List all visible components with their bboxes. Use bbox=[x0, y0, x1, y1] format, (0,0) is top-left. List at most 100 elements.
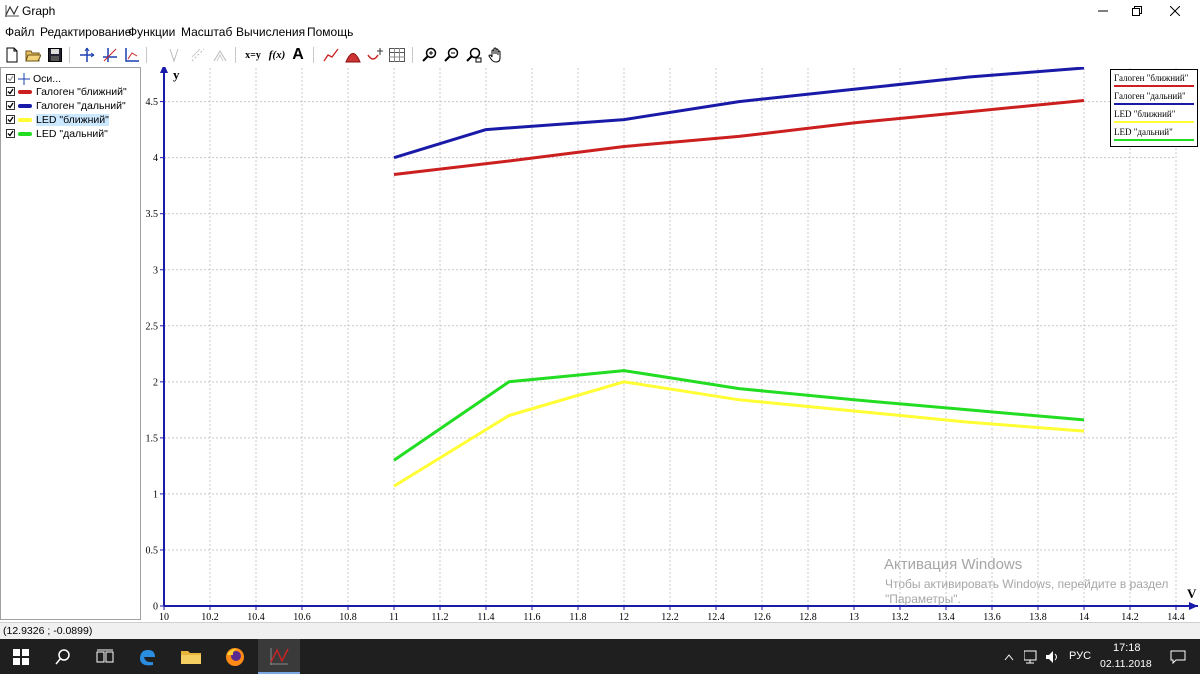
input-language[interactable]: РУС bbox=[1069, 650, 1091, 662]
x-tick-label: 12.8 bbox=[799, 612, 817, 620]
x-tick-label: 14.2 bbox=[1121, 612, 1139, 620]
search-icon bbox=[55, 648, 70, 664]
tangent-button[interactable] bbox=[167, 46, 185, 64]
menu-help[interactable]: Помощь bbox=[307, 25, 353, 39]
legend-label: LED "ближний" bbox=[1114, 109, 1176, 119]
cursor-coordinates: (12.9326 ; -0.0899) bbox=[3, 625, 93, 637]
fx-function-icon: f(x) bbox=[268, 49, 286, 61]
series-swatch bbox=[18, 131, 32, 136]
x-tick-label: 12.2 bbox=[661, 612, 679, 620]
checkbox[interactable] bbox=[6, 101, 15, 110]
graph-taskbar-button[interactable] bbox=[258, 639, 300, 674]
menu-file[interactable]: Файл bbox=[5, 25, 35, 39]
x-axis-label: V bbox=[1187, 586, 1197, 601]
panel-item-halogen-low[interactable]: Галоген "ближний" bbox=[6, 85, 127, 98]
volume-icon[interactable] bbox=[1045, 650, 1061, 664]
plot-canvas[interactable]: 10 10.2 10.4 10.6 10.8 11 11.2 11.4 11.6 11.8 12 12… bbox=[143, 67, 1200, 620]
x-tick-label: 10.4 bbox=[247, 612, 265, 620]
checkbox[interactable] bbox=[6, 129, 15, 138]
evaluate-button[interactable] bbox=[366, 46, 384, 64]
chevron-up-icon[interactable] bbox=[1004, 653, 1014, 661]
x-tick-label: 12.6 bbox=[753, 612, 771, 620]
panel-item-label: Галоген "ближний" bbox=[36, 85, 127, 98]
point-series-button[interactable] bbox=[322, 46, 340, 64]
fx-function-button[interactable]: f(x) bbox=[268, 46, 286, 64]
panel-item-led-high[interactable]: LED "дальний" bbox=[6, 127, 108, 140]
y-tick-label: 3.5 bbox=[146, 209, 159, 220]
panel-item-axes[interactable]: Оси... bbox=[6, 72, 61, 85]
open-button[interactable] bbox=[24, 46, 42, 64]
network-icon[interactable] bbox=[1024, 650, 1040, 664]
table-button[interactable] bbox=[388, 46, 406, 64]
zoom-window-icon bbox=[466, 47, 482, 63]
area-button[interactable] bbox=[344, 46, 362, 64]
grid-icon bbox=[103, 48, 117, 62]
save-button[interactable] bbox=[46, 46, 64, 64]
x-tick-label: 10.8 bbox=[339, 612, 357, 620]
clock-time[interactable]: 17:18 bbox=[1113, 642, 1141, 654]
checkbox[interactable] bbox=[6, 87, 15, 96]
checkbox[interactable] bbox=[6, 115, 15, 124]
series-swatch bbox=[18, 117, 32, 122]
menu-calculate[interactable]: Вычисления bbox=[236, 25, 305, 39]
start-button[interactable] bbox=[0, 639, 42, 674]
series-swatch bbox=[18, 89, 32, 94]
open-folder-icon bbox=[25, 50, 41, 62]
panel-item-label: Галоген "дальний" bbox=[36, 99, 126, 112]
x-tick-label: 12 bbox=[619, 612, 629, 620]
zoom-in-button[interactable] bbox=[421, 46, 439, 64]
legend-label: Галоген "дальний" bbox=[1114, 91, 1186, 101]
zoom-out-icon bbox=[444, 47, 459, 62]
title-bar: Graph bbox=[0, 0, 1200, 22]
panel-item-halogen-high[interactable]: Галоген "дальний" bbox=[6, 99, 126, 112]
checkbox[interactable] bbox=[6, 74, 15, 83]
x-tick-label: 13.8 bbox=[1029, 612, 1047, 620]
menu-edit[interactable]: Редактирование bbox=[40, 25, 131, 39]
x-tick-label: 11.8 bbox=[569, 612, 586, 620]
x-tick-label: 13.2 bbox=[891, 612, 909, 620]
clock-date[interactable]: 02.11.2018 bbox=[1100, 658, 1152, 670]
task-view-button[interactable] bbox=[84, 639, 126, 674]
firefox-button[interactable] bbox=[214, 639, 256, 674]
axes-button[interactable] bbox=[78, 46, 96, 64]
panel-item-label: LED "ближний" bbox=[36, 113, 109, 126]
menu-functions[interactable]: Функции bbox=[128, 25, 175, 39]
edge-button[interactable] bbox=[126, 639, 168, 674]
grid-button[interactable] bbox=[101, 46, 119, 64]
axes-settings-button[interactable] bbox=[123, 46, 141, 64]
graph-plot[interactable]: 10 10.2 10.4 10.6 10.8 11 11.2 11.4 11.6 11.8 12 12… bbox=[143, 67, 1200, 620]
shading-button[interactable] bbox=[189, 46, 207, 64]
legend-line bbox=[1114, 139, 1194, 141]
notifications-icon[interactable] bbox=[1170, 650, 1186, 664]
pan-button[interactable] bbox=[487, 46, 505, 64]
graph-app-icon bbox=[270, 647, 289, 665]
x-tick-label: 11 bbox=[389, 612, 399, 620]
x-tick-label: 10 bbox=[159, 612, 169, 620]
x-tick-label: 13.4 bbox=[937, 612, 955, 620]
panel-item-led-low[interactable]: LED "ближний" bbox=[6, 113, 109, 126]
close-button[interactable] bbox=[1152, 0, 1198, 22]
x-tick-label: 10.6 bbox=[293, 612, 311, 620]
zoom-window-button[interactable] bbox=[465, 46, 483, 64]
text-label-button[interactable]: A bbox=[289, 46, 307, 64]
point-series-icon bbox=[323, 48, 339, 62]
legend-line bbox=[1114, 103, 1194, 105]
zoom-out-button[interactable] bbox=[443, 46, 461, 64]
xy-function-icon: x=y bbox=[245, 49, 261, 61]
legend-line bbox=[1114, 121, 1194, 123]
legend-line bbox=[1114, 85, 1194, 87]
series-line-4 bbox=[393, 369, 1085, 462]
axes-icon bbox=[80, 47, 95, 62]
explorer-button[interactable] bbox=[170, 639, 212, 674]
search-button[interactable] bbox=[42, 639, 84, 674]
panel-item-label: LED "дальний" bbox=[36, 127, 108, 140]
new-file-icon bbox=[6, 47, 18, 63]
shading-icon bbox=[191, 48, 205, 62]
xy-function-button[interactable]: x=y bbox=[244, 46, 262, 64]
save-icon bbox=[48, 48, 62, 62]
series-button[interactable] bbox=[211, 46, 229, 64]
edge-icon bbox=[140, 649, 155, 665]
x-tick-label: 10.2 bbox=[201, 612, 219, 620]
new-file-button[interactable] bbox=[3, 46, 21, 64]
menu-zoom[interactable]: Масштаб bbox=[181, 25, 232, 39]
